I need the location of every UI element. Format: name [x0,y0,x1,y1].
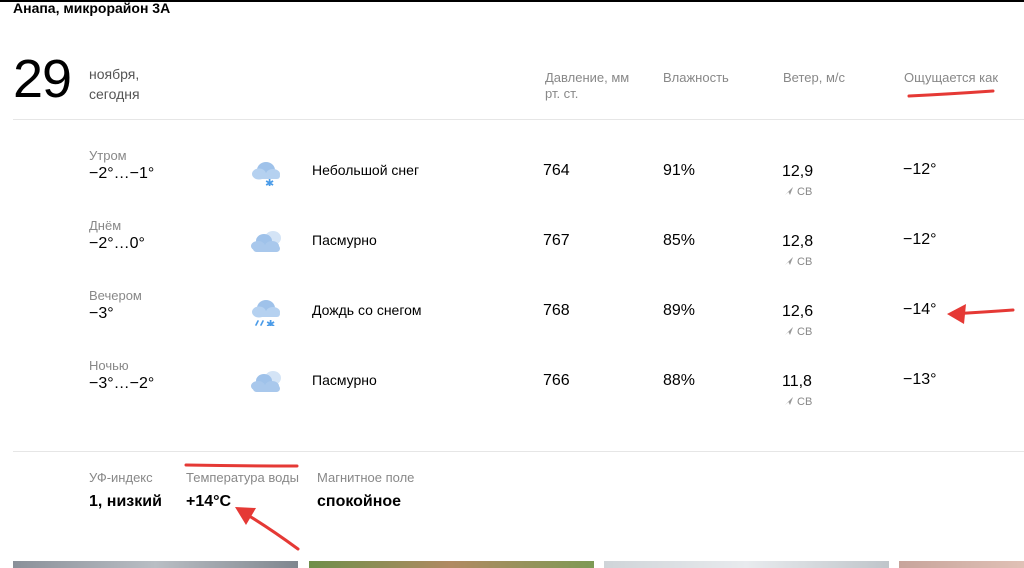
header-pressure: Давление, мм рт. ст. [545,70,630,101]
magnetic-field-label: Магнитное поле [317,470,415,485]
wind-direction-label: СВ [797,186,813,198]
day-part-label: Утром [89,148,127,163]
humidity-value: 91% [663,162,696,179]
day-part-label: Ночью [89,358,129,373]
pressure-value: 767 [543,232,570,249]
uv-index-label: УФ-индекс [89,470,153,485]
humidity-value: 89% [663,302,696,319]
forecast-row-evening: Вечером −3° ✱ Дождь со снегом 768 89% 12… [0,288,1024,358]
pressure-value: 766 [543,372,570,389]
uv-index-value: 1, низкий [89,493,162,510]
wind-arrow-icon [785,257,793,265]
wind-speed: 11,8 [782,373,812,390]
wind-speed: 12,6 [782,303,814,320]
magnetic-field-value: спокойное [317,493,402,510]
wind-arrow-icon [785,187,793,195]
uv-index: УФ-индекс 1, низкий [89,470,162,512]
feels-like-value: −13° [903,371,937,388]
location-title: Анапа, микрорайон 3А [13,0,171,16]
forecast-row-night: Ночью −3°…−2° Пасмурно 766 88% 11,8 СВ −… [0,358,1024,428]
svg-text:✱: ✱ [265,177,274,186]
wind-speed: 12,8 [782,233,814,250]
wind-direction: СВ [784,395,812,409]
water-temperature-label: Температура воды [186,470,299,485]
photo-thumbnail[interactable] [604,561,889,568]
pressure-value: 768 [543,302,570,319]
wind-direction-label: СВ [797,326,813,338]
wind-direction: СВ [784,325,812,339]
date-day: 29 [13,49,72,109]
water-temperature-value: +14°C [186,493,232,510]
wind-direction-label: СВ [797,396,813,408]
wind-direction-label: СВ [797,256,813,268]
temperature: −3° [89,305,114,322]
divider-top [13,119,1024,120]
day-part-label: Днём [89,218,122,233]
wind-speed: 12,9 [782,163,814,180]
header-feels-like: Ощущается как [904,70,999,85]
underline-mark [907,89,995,98]
feels-like-value: −12° [903,161,937,178]
humidity-value: 85% [663,232,696,249]
forecast-row-morning: Утром −2°…−1° ✱ Небольшой снег 764 91% 1… [0,148,1024,218]
temperature: −2°…−1° [89,165,155,182]
temperature: −2°…0° [89,235,145,252]
photo-strip [13,561,1024,568]
photo-thumbnail[interactable] [13,561,298,568]
header-wind: Ветер, м/с [783,70,846,85]
svg-text:✱: ✱ [266,318,275,326]
photo-thumbnail[interactable] [899,561,1024,568]
condition-text: Дождь со снегом [312,302,422,318]
condition-text: Небольшой снег [312,162,420,178]
wind-direction: СВ [784,255,812,269]
wind-arrow-icon [785,397,793,405]
sleet-icon: ✱ [252,300,280,326]
humidity-value: 88% [663,372,696,389]
feels-like-value: −12° [903,231,937,248]
condition-text: Пасмурно [312,232,377,248]
forecast-row-day: Днём −2°…0° Пасмурно 767 85% 12,8 СВ −12… [0,218,1024,288]
divider-bottom [13,451,1024,452]
wind-direction: СВ [784,185,812,199]
temperature: −3°…−2° [89,375,155,392]
overcast-icon [251,231,281,252]
water-temperature: Температура воды +14°C [186,470,299,512]
magnetic-field: Магнитное поле спокойное [317,470,414,512]
light-snow-icon: ✱ [252,162,280,186]
feels-like-value: −14° [903,301,937,318]
wind-arrow-icon [785,327,793,335]
condition-text: Пасмурно [312,372,377,388]
underline-mark [184,463,299,468]
overcast-icon [251,371,281,392]
photo-thumbnail[interactable] [309,561,594,568]
day-part-label: Вечером [89,288,142,303]
date-label: ноября, сегодня [89,66,140,102]
pressure-value: 764 [543,162,570,179]
header-humidity: Влажность [663,70,729,85]
arrow-mark [235,507,300,551]
